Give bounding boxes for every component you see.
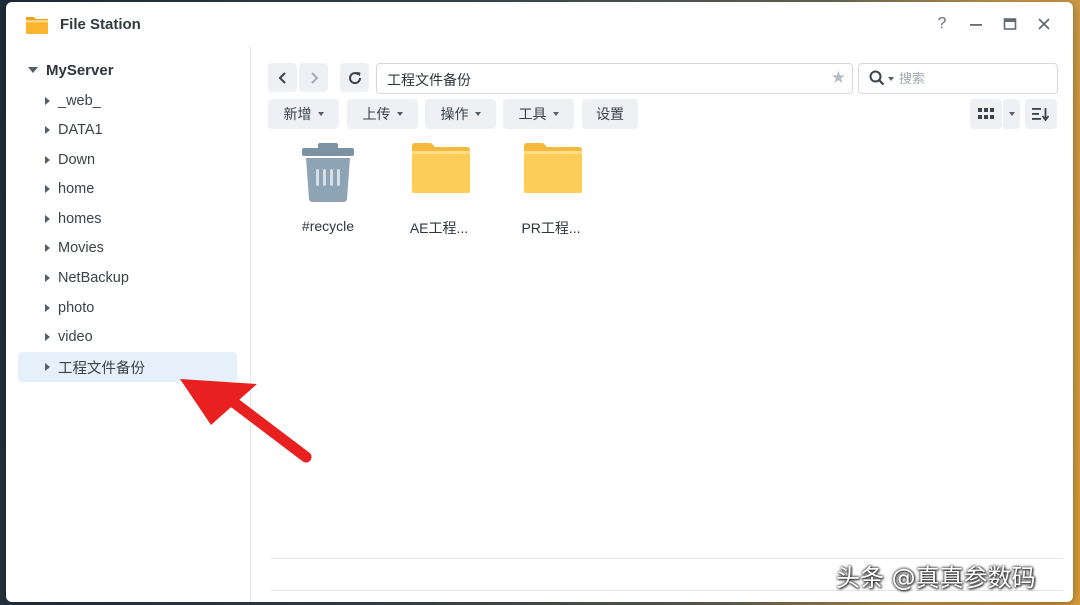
window-title: File Station [60, 16, 141, 33]
close-icon [1038, 18, 1050, 30]
tools-button[interactable]: 工具 [503, 99, 574, 129]
file-name: PR工程... [521, 220, 581, 236]
chevron-down-icon [1008, 112, 1015, 116]
sidebar-item-video[interactable]: video [18, 322, 237, 352]
chevron-down-icon[interactable] [888, 77, 894, 81]
upload-button[interactable]: 上传 [347, 99, 418, 129]
create-button[interactable]: 新增 [268, 99, 339, 129]
upload-button-label: 上传 [362, 106, 391, 122]
sidebar-item-netbackup[interactable]: NetBackup [18, 263, 237, 293]
settings-button-label: 设置 [596, 106, 624, 122]
caret-right-icon[interactable] [45, 244, 50, 252]
sidebar-item-label: Down [58, 152, 96, 168]
maximize-button[interactable] [998, 12, 1022, 36]
watermark-text: 头条 @真真参数码 [836, 564, 1036, 592]
chevron-down-icon [474, 112, 481, 116]
sort-button[interactable] [1025, 99, 1057, 129]
view-mode-button[interactable] [970, 99, 1002, 129]
file-item-ae-folder[interactable]: AE工程... [389, 141, 489, 241]
file-browser-main: 工程文件备份 ★ 新增 上传 操作 工具 设置 [251, 46, 1073, 602]
caret-right-icon[interactable] [45, 215, 50, 223]
grid-view-icon [978, 108, 994, 119]
refresh-button[interactable] [340, 63, 369, 92]
sidebar-item-data1[interactable]: DATA1 [18, 115, 237, 145]
forward-button[interactable] [299, 63, 328, 92]
search-box[interactable] [858, 63, 1058, 94]
path-text: 工程文件备份 [387, 72, 471, 88]
view-mode-dropdown[interactable] [1003, 99, 1020, 129]
folder-icon [412, 143, 470, 193]
sidebar-item-web[interactable]: _web_ [18, 86, 237, 116]
caret-right-icon[interactable] [45, 185, 50, 193]
file-item-pr-folder[interactable]: PR工程... [501, 141, 601, 241]
caret-right-icon[interactable] [45, 333, 50, 341]
folder-tree-sidebar: MyServer _web_ DATA1 Down home homes Mov… [6, 46, 251, 602]
folder-icon [524, 143, 582, 193]
sidebar-item-photo[interactable]: photo [18, 293, 237, 323]
recycle-bin-icon [302, 143, 354, 202]
caret-down-icon[interactable] [28, 67, 38, 73]
refresh-icon [348, 71, 361, 84]
help-button[interactable]: ? [930, 12, 954, 36]
title-bar: File Station ? [6, 2, 1073, 46]
caret-right-icon[interactable] [45, 274, 50, 282]
sidebar-item-label: photo [58, 300, 95, 316]
back-button[interactable] [268, 63, 297, 92]
search-input[interactable] [899, 68, 1049, 88]
file-name: AE工程... [409, 220, 469, 236]
caret-right-icon[interactable] [45, 97, 50, 105]
chevron-right-icon [310, 71, 318, 84]
chevron-left-icon [278, 71, 286, 84]
sidebar-item-home[interactable]: home [18, 174, 237, 204]
action-button[interactable]: 操作 [425, 99, 496, 129]
minimize-icon [970, 24, 982, 26]
file-name: #recycle [301, 218, 355, 234]
chevron-down-icon [396, 112, 403, 116]
close-button[interactable] [1032, 12, 1056, 36]
sidebar-item-down[interactable]: Down [18, 145, 237, 175]
settings-button[interactable]: 设置 [582, 99, 638, 129]
caret-right-icon[interactable] [45, 156, 50, 164]
caret-right-icon[interactable] [45, 126, 50, 134]
create-button-label: 新增 [283, 106, 312, 122]
sidebar-item-homes[interactable]: homes [18, 204, 237, 234]
sidebar-item-label: _web_ [58, 93, 101, 109]
minimize-button[interactable] [964, 12, 988, 36]
sidebar-item-label: video [58, 329, 93, 345]
sidebar-item-label: NetBackup [58, 270, 129, 286]
tree-root-label: MyServer [46, 61, 114, 79]
caret-right-icon[interactable] [45, 304, 50, 312]
search-icon[interactable] [869, 70, 885, 86]
chevron-down-icon [317, 112, 324, 116]
sort-icon [1032, 108, 1050, 121]
caret-right-icon[interactable] [45, 363, 50, 371]
sidebar-item-project-backup[interactable]: 工程文件备份 [18, 352, 237, 382]
tools-button-label: 工具 [518, 106, 547, 122]
action-button-label: 操作 [440, 106, 469, 122]
maximize-icon [1003, 18, 1017, 30]
sidebar-item-label: homes [58, 211, 102, 227]
file-station-window: File Station ? MyServer _web_ DATA1 Down [6, 2, 1073, 602]
tree-root-myserver[interactable]: MyServer [28, 61, 114, 79]
sidebar-item-label: DATA1 [58, 122, 103, 138]
star-icon[interactable]: ★ [831, 68, 846, 88]
sidebar-item-label: Movies [58, 240, 104, 256]
sidebar-item-movies[interactable]: Movies [18, 233, 237, 263]
chevron-down-icon [552, 112, 559, 116]
sidebar-item-label: home [58, 181, 95, 197]
path-bar[interactable]: 工程文件备份 ★ [376, 63, 853, 94]
sidebar-item-label: 工程文件备份 [58, 360, 145, 377]
file-item-recycle[interactable]: #recycle [278, 141, 378, 241]
file-station-app-icon [26, 17, 48, 34]
